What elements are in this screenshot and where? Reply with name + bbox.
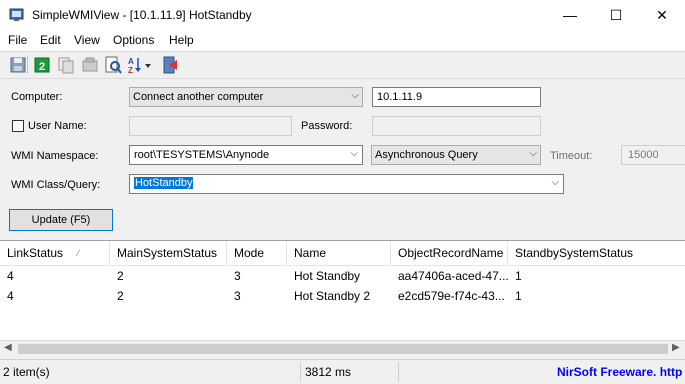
find-icon[interactable] [103,55,123,75]
namespace-combo[interactable]: root\TESYSTEMS\Anynode ⌵ [129,145,363,165]
scroll-left-icon[interactable]: ◀ [4,342,12,353]
nirsoft-link[interactable]: NirSoft Freeware. http [557,365,682,379]
title-bar: SimpleWMIView - [10.1.11.9] HotStandby —… [0,0,685,30]
username-checkbox[interactable] [12,120,24,132]
column-header-linkstatus[interactable]: LinkStatus ⁄ [0,241,110,265]
svg-text:2: 2 [39,61,45,73]
cell-linkstatus: 4 [7,289,14,303]
chevron-down-icon: ⌵ [351,90,359,101]
status-item-count: 2 item(s) [3,365,50,379]
column-header-objectrecordname[interactable]: ObjectRecordName [391,241,508,265]
timeout-value: 15000 [628,149,659,161]
computer-address-field[interactable]: 10.1.11.9 [372,87,541,107]
namespace-value: root\TESYSTEMS\Anynode [134,149,270,161]
toolbar-separator [27,56,28,74]
query-mode-combo[interactable]: Asynchronous Query ⌵ [371,145,541,165]
refresh-icon[interactable]: 2 [32,55,52,75]
computer-address-value: 10.1.11.9 [377,91,423,103]
close-button[interactable]: ✕ [639,0,685,30]
cell-objectrecordname: aa47406a-aced-47... [398,269,508,283]
menu-help[interactable]: Help [169,33,194,47]
column-header-mainsystemstatus[interactable]: MainSystemStatus [110,241,227,265]
cell-name: Hot Standby 2 [294,289,371,303]
results-table: LinkStatus ⁄ MainSystemStatus Mode Name … [0,240,685,341]
username-label: User Name: [28,120,87,132]
app-icon [9,8,24,21]
cell-mainsystemstatus: 2 [117,289,124,303]
menu-edit[interactable]: Edit [40,33,61,47]
status-bar: 2 item(s) 3812 ms NirSoft Freeware. http [0,359,685,384]
computer-combo[interactable]: Connect another computer ⌵ [129,87,363,107]
column-header-name[interactable]: Name [287,241,391,265]
computer-combo-value: Connect another computer [133,91,264,103]
cell-standbysystemstatus: 1 [515,289,522,303]
exit-icon[interactable] [160,55,180,75]
cell-linkstatus: 4 [7,269,14,283]
table-row[interactable]: 4 2 3 Hot Standby 2 e2cd579e-f74c-43... … [0,286,685,306]
cell-standbysystemstatus: 1 [515,269,522,283]
timeout-field[interactable]: 15000 [621,145,685,165]
menu-view[interactable]: View [74,33,100,47]
scroll-right-icon[interactable]: ▶ [672,342,680,353]
column-header-standbysystemstatus[interactable]: StandbySystemStatus [508,241,685,265]
sort-indicator-icon: ⁄ [77,248,79,258]
chevron-down-icon: ⌵ [350,148,358,159]
computer-label: Computer: [11,91,63,103]
chevron-down-icon: ⌵ [551,177,559,188]
properties-icon[interactable] [80,55,100,75]
copy-icon[interactable] [56,55,76,75]
namespace-label: WMI Namespace: [11,150,99,162]
window-title: SimpleWMIView - [10.1.11.9] HotStandby [32,8,252,22]
wmi-class-label: WMI Class/Query: [11,179,101,191]
password-label: Password: [301,120,353,132]
wmi-class-value: HotStandby [134,177,194,189]
status-divider [300,362,301,382]
cell-mode: 3 [234,289,241,303]
menu-file[interactable]: File [8,33,27,47]
maximize-button[interactable]: ☐ [593,0,639,30]
status-divider [398,362,399,382]
cell-objectrecordname: e2cd579e-f74c-43... [398,289,505,303]
chevron-down-icon: ⌵ [529,148,537,159]
cell-mode: 3 [234,269,241,283]
wmi-class-combo[interactable]: HotStandby ⌵ [129,174,564,194]
cell-mainsystemstatus: 2 [117,269,124,283]
menu-bar: File Edit View Options Help [0,30,685,52]
password-field[interactable] [372,116,541,136]
horizontal-scrollbar[interactable]: ◀ ▶ [0,340,685,358]
cell-name: Hot Standby [294,269,361,283]
query-mode-value: Asynchronous Query [375,149,478,161]
username-field[interactable] [129,116,292,136]
save-icon[interactable] [8,55,28,75]
sort-az-icon[interactable]: A Z [126,55,154,75]
table-row[interactable]: 4 2 3 Hot Standby aa47406a-aced-47... 1 [0,266,685,286]
minimize-button[interactable]: — [547,0,593,30]
menu-options[interactable]: Options [113,33,154,47]
table-header: LinkStatus ⁄ MainSystemStatus Mode Name … [0,241,685,266]
column-header-mode[interactable]: Mode [227,241,287,265]
svg-text:Z: Z [128,66,133,75]
toolbar: 2 A Z [0,52,685,79]
status-elapsed: 3812 ms [305,365,352,379]
scrollbar-thumb[interactable] [18,344,668,354]
svg-text:A: A [128,57,134,66]
timeout-label: Timeout: [550,150,593,162]
update-button[interactable]: Update (F5) [9,209,113,231]
